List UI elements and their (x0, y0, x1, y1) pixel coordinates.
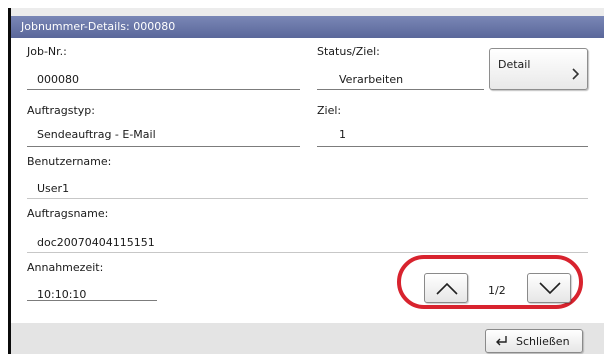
annahmezeit-label: Annahmezeit: (27, 261, 104, 274)
job-nr-underline (27, 89, 300, 90)
annahmezeit-underline (27, 300, 157, 301)
chevron-right-icon (572, 68, 580, 84)
job-nr-label: Job-Nr.: (27, 45, 67, 58)
return-arrow-icon (494, 335, 508, 350)
auftragstyp-value: Sendeauftrag - E-Mail (37, 128, 156, 141)
page-up-button[interactable] (424, 273, 468, 303)
close-button[interactable]: Schließen (485, 329, 583, 353)
ziel-label: Ziel: (317, 104, 342, 117)
chevron-up-icon (436, 282, 458, 295)
auftragstyp-label: Auftragstyp: (27, 104, 95, 117)
benutzername-value: User1 (37, 182, 70, 195)
status-value: Verarbeiten (339, 73, 404, 86)
ziel-underline (317, 146, 588, 147)
ziel-value: 1 (339, 128, 346, 141)
chevron-down-icon (539, 282, 561, 295)
dialog-title: Jobnummer-Details: 000080 (11, 16, 604, 38)
status-underline (317, 89, 484, 90)
detail-button[interactable]: Detail (489, 48, 588, 90)
benutzername-separator (27, 198, 588, 199)
close-button-label: Schließen (516, 335, 570, 348)
page-down-button[interactable] (527, 273, 571, 303)
auftragsname-label: Auftragsname: (27, 207, 109, 220)
benutzername-label: Benutzername: (27, 155, 112, 168)
auftragsname-separator (27, 252, 588, 253)
detail-button-label: Detail (498, 58, 531, 71)
page-indicator: 1/2 (488, 284, 506, 297)
job-nr-value: 000080 (37, 73, 79, 86)
auftragstyp-underline (27, 146, 300, 147)
auftragsname-value: doc20070404115151 (37, 236, 155, 249)
status-label: Status/Ziel: (317, 45, 380, 58)
